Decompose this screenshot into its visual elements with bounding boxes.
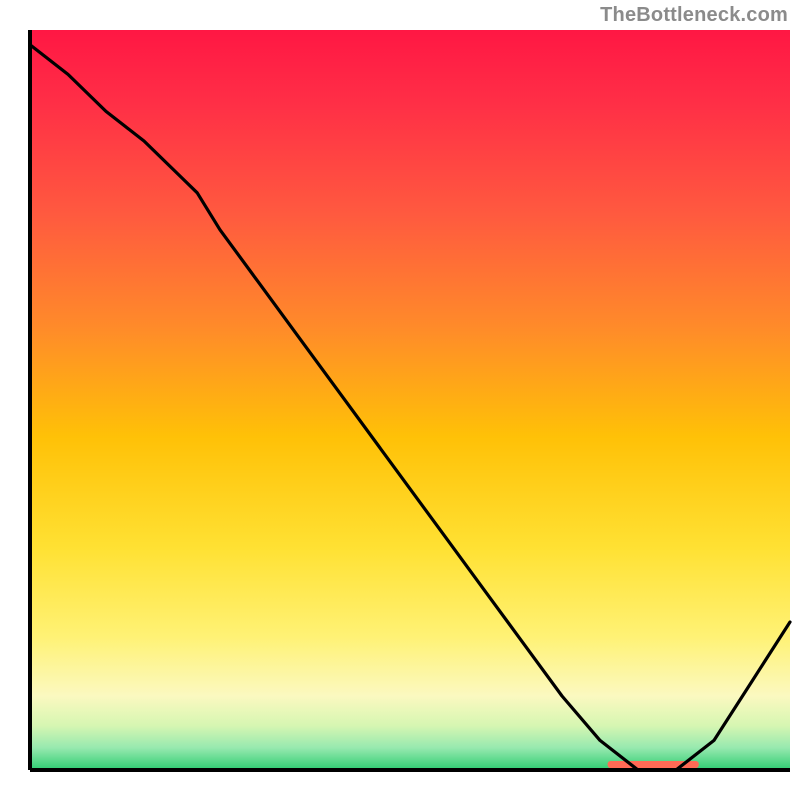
chart-container: TheBottleneck.com	[0, 0, 800, 800]
bottleneck-chart	[0, 0, 800, 800]
attribution-watermark: TheBottleneck.com	[600, 4, 788, 27]
